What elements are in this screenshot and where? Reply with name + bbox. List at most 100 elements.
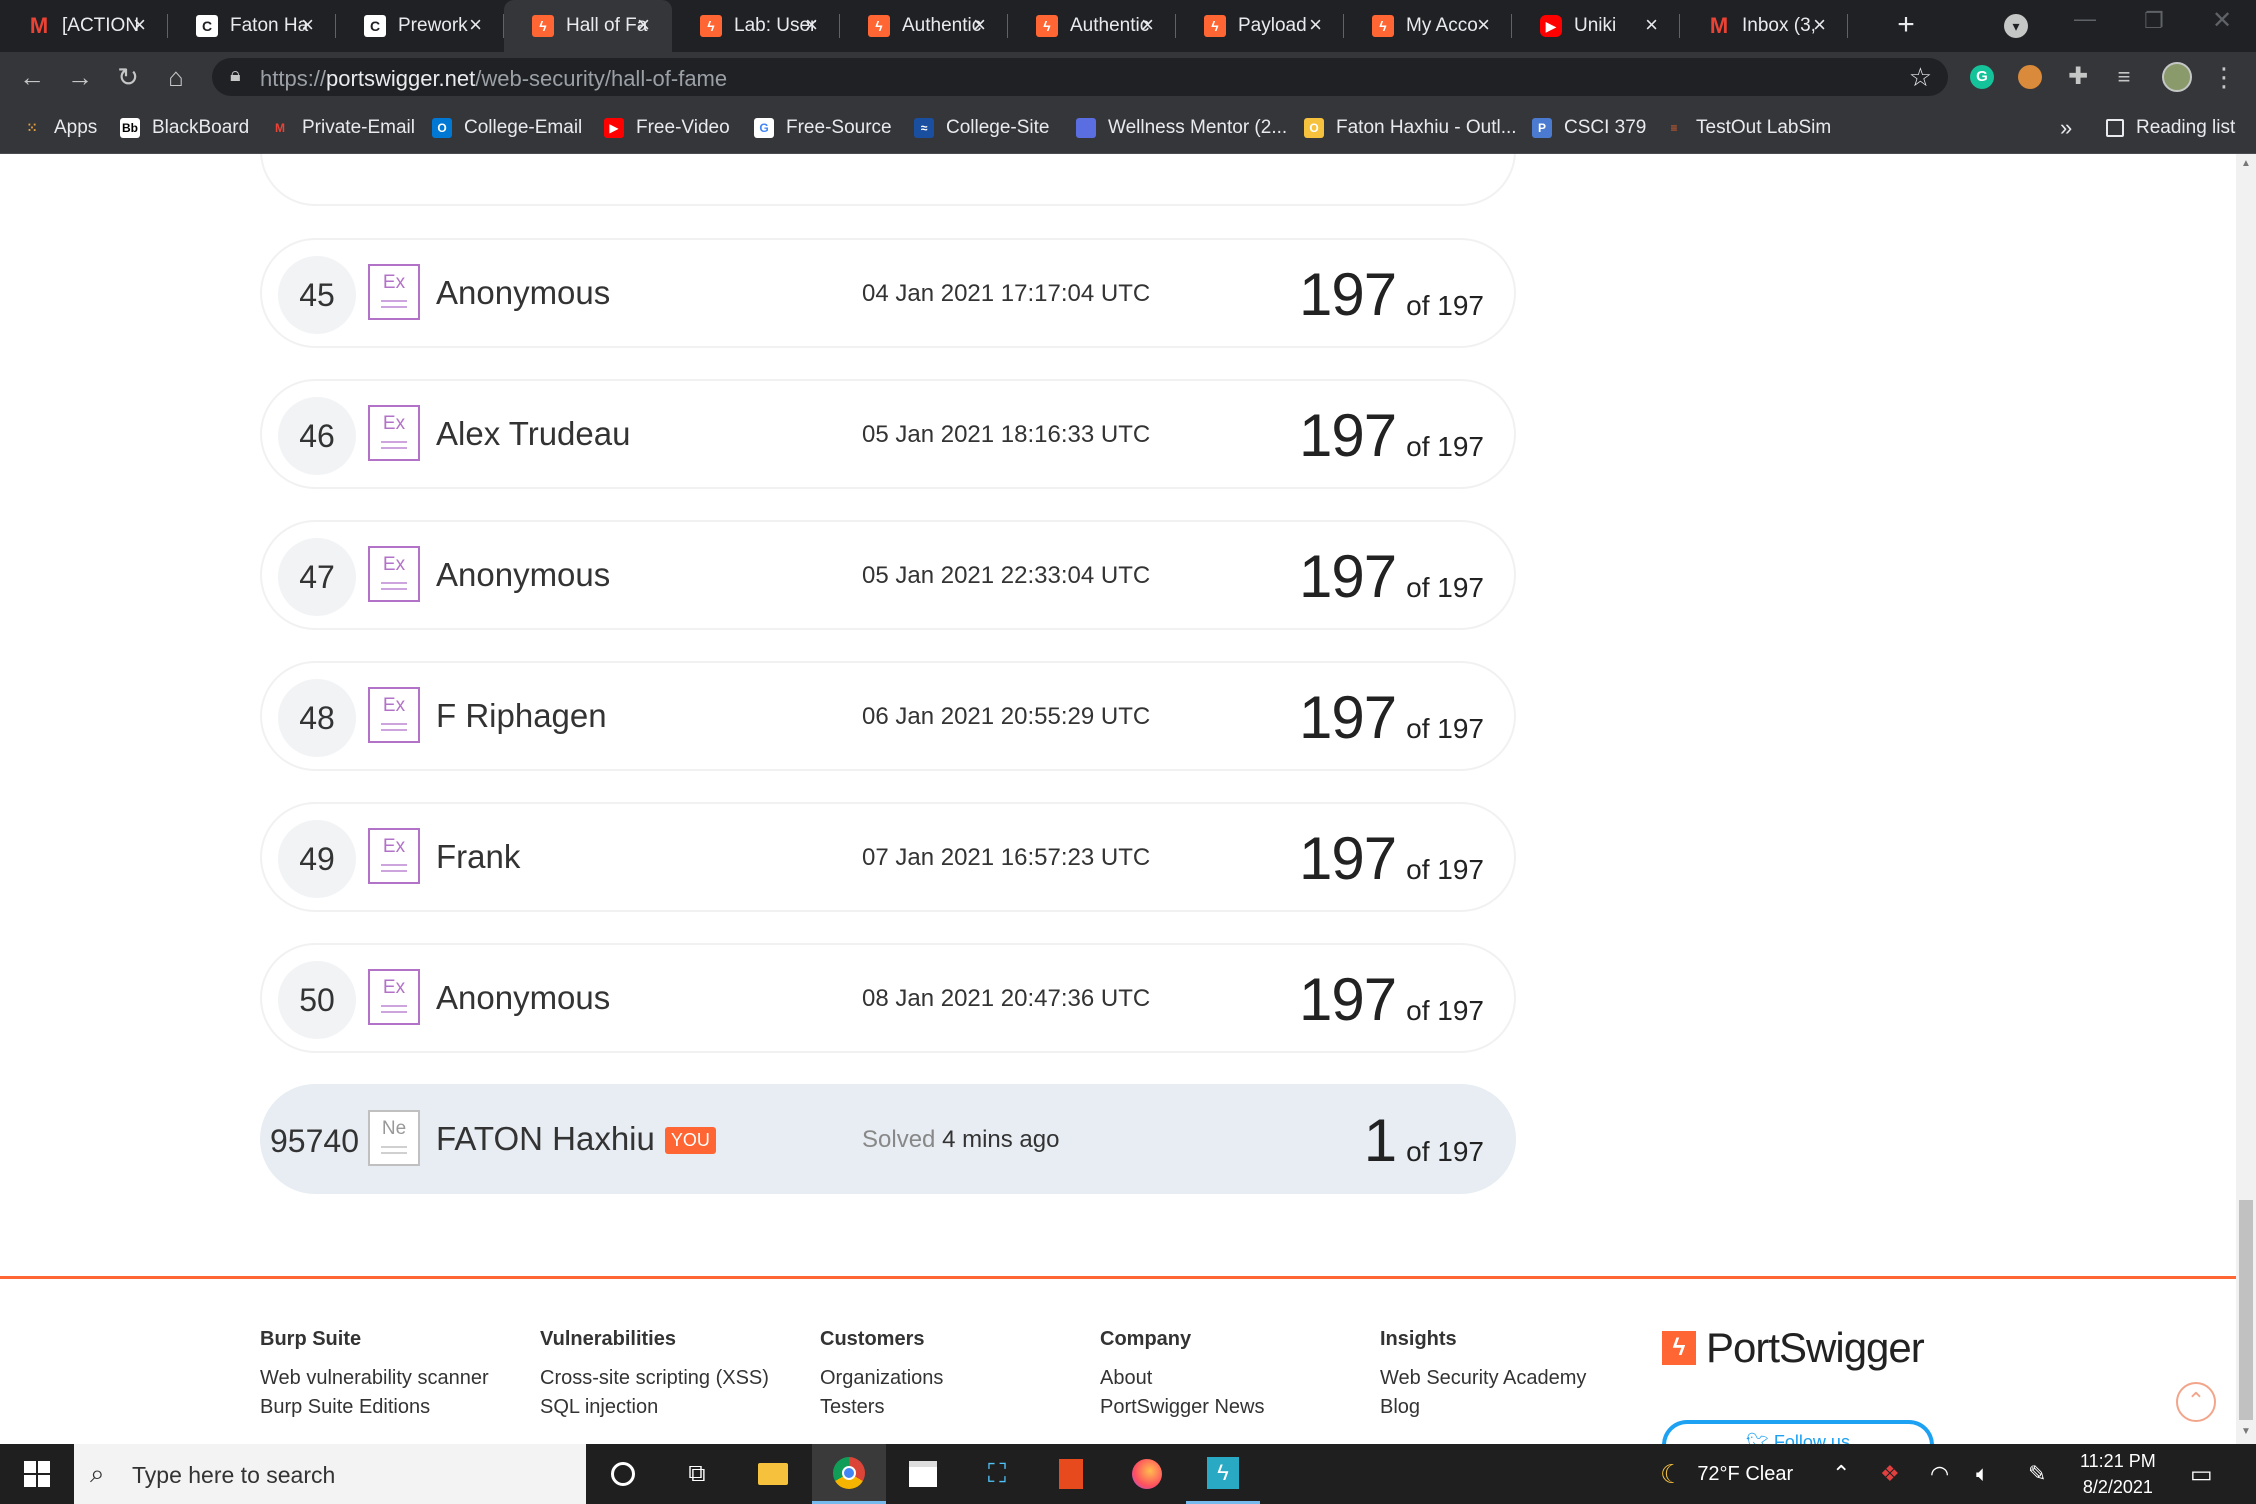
bookmark-item[interactable]: G Free-Source xyxy=(754,102,892,154)
reading-list-icon xyxy=(2106,119,2124,137)
lock-icon[interactable]: 🔒︎ xyxy=(230,64,241,87)
media-control-icon[interactable]: ≡ xyxy=(2104,52,2144,102)
address-bar[interactable]: 🔒︎ https://portswigger.net/web-security/… xyxy=(212,58,1948,96)
restore-button[interactable]: ❐ xyxy=(2144,8,2164,34)
footer-link[interactable]: About xyxy=(1100,1367,1265,1390)
bookmark-item[interactable]: M Private-Email xyxy=(270,102,415,154)
minimize-button[interactable]: — xyxy=(2074,6,2096,32)
extensions-puzzle-icon[interactable]: ✚ xyxy=(2058,52,2098,102)
file-explorer-icon[interactable] xyxy=(736,1444,810,1504)
close-tab-icon[interactable]: × xyxy=(1141,12,1154,38)
browser-tab[interactable]: ϟ Authentic × xyxy=(1008,0,1176,52)
footer-link[interactable]: SQL injection xyxy=(540,1396,769,1419)
close-tab-icon[interactable]: × xyxy=(805,12,818,38)
forward-arrow-icon[interactable]: → xyxy=(60,52,100,102)
follow-us-button[interactable]: 🐦︎ Follow us xyxy=(1662,1420,1934,1444)
close-tab-icon[interactable]: × xyxy=(1309,12,1322,38)
browser-tab[interactable]: ϟ Payload × xyxy=(1176,0,1344,52)
bookmark-label: TestOut LabSim xyxy=(1696,117,1832,138)
close-tab-icon[interactable]: × xyxy=(973,12,986,38)
close-window-button[interactable]: ✕ xyxy=(2212,6,2232,35)
footer-link[interactable]: Testers xyxy=(820,1396,943,1419)
close-tab-icon[interactable]: × xyxy=(1813,12,1826,38)
new-tab-button[interactable]: + xyxy=(1886,8,1926,44)
show-hidden-icons-chevron-icon[interactable]: ⌃ xyxy=(1832,1444,1850,1504)
reload-icon[interactable]: ↻ xyxy=(108,52,148,102)
chrome-menu-icon[interactable]: ⋮ xyxy=(2204,52,2244,102)
scroll-up-arrow-icon[interactable]: ▲ xyxy=(2241,158,2251,169)
bookmark-item[interactable]: ▶ Free-Video xyxy=(604,102,730,154)
cortana-icon[interactable] xyxy=(586,1444,660,1504)
browser-tab[interactable]: M [ACTION × xyxy=(0,0,168,52)
firefox-icon[interactable] xyxy=(1110,1444,1184,1504)
footer-link[interactable]: Web vulnerability scanner xyxy=(260,1367,489,1390)
tab-separator xyxy=(1847,14,1848,38)
taskbar-search-box[interactable]: ⌕ Type here to search xyxy=(74,1444,586,1504)
notifications-icon[interactable]: ▭ xyxy=(2190,1444,2213,1504)
bookmark-item[interactable]: ≡ TestOut LabSim xyxy=(1664,102,1831,154)
portswigger-logo[interactable]: ϟ PortSwigger xyxy=(1662,1324,1925,1372)
back-arrow-icon[interactable]: ← xyxy=(12,52,52,102)
browser-tab[interactable]: ▶ Uniki × xyxy=(1512,0,1680,52)
browser-tab[interactable]: C Faton Ha × xyxy=(168,0,336,52)
completion-date: 06 Jan 2021 20:55:29 UTC xyxy=(862,703,1151,730)
bookmarks-overflow-button[interactable]: » xyxy=(2060,102,2072,154)
bookmark-item[interactable]: O Faton Haxhiu - Outl... xyxy=(1304,102,1517,154)
close-tab-icon[interactable]: × xyxy=(1477,12,1490,38)
clock[interactable]: 11:21 PM 8/2/2021 xyxy=(2080,1444,2156,1504)
browser-tab[interactable]: M Inbox (3, × xyxy=(1680,0,1848,52)
footer-link[interactable]: PortSwigger News xyxy=(1100,1396,1265,1419)
profile-avatar[interactable] xyxy=(2162,62,2192,92)
microsoft-store-icon[interactable] xyxy=(886,1444,960,1504)
browser-tab[interactable]: ϟ Hall of Fa × xyxy=(504,0,672,52)
bookmark-item[interactable]: O College-Email xyxy=(432,102,582,154)
burp-suite-icon[interactable]: ϟ xyxy=(1186,1444,1260,1504)
twitter-bird-icon: 🐦︎ xyxy=(1746,1432,1769,1444)
weather-text: 72°F Clear xyxy=(1697,1462,1794,1485)
bookmark-item[interactable]: Bb BlackBoard xyxy=(120,102,249,154)
bookmark-item[interactable]: Wellness Mentor (2... xyxy=(1076,102,1287,154)
windows-start-icon[interactable] xyxy=(0,1444,74,1504)
browser-tab[interactable]: C Prework × xyxy=(336,0,504,52)
scroll-thumb[interactable] xyxy=(2239,1200,2253,1420)
vertical-scrollbar[interactable]: ▲ ▼ xyxy=(2236,154,2256,1444)
task-view-icon[interactable]: ⧉ xyxy=(660,1444,734,1504)
grammarly-icon[interactable]: G xyxy=(1970,65,1994,89)
level-badge: Ex xyxy=(368,687,420,743)
pen-icon[interactable]: ✎ xyxy=(2028,1444,2046,1504)
reading-list-button[interactable]: Reading list xyxy=(2106,102,2235,154)
close-tab-icon[interactable]: × xyxy=(301,12,314,38)
browser-tab[interactable]: ϟ Lab: User × xyxy=(672,0,840,52)
close-tab-icon[interactable]: × xyxy=(469,12,482,38)
tab-search-icon[interactable]: ▾ xyxy=(2004,14,2028,38)
footer-link[interactable]: Blog xyxy=(1380,1396,1586,1419)
cookie-extension-icon[interactable] xyxy=(2018,65,2042,89)
network-tool-icon[interactable]: ⛶ xyxy=(960,1444,1034,1504)
footer-link[interactable]: Burp Suite Editions xyxy=(260,1396,489,1419)
back-to-top-icon[interactable]: ⌃ xyxy=(2176,1382,2216,1422)
scroll-down-arrow-icon[interactable]: ▼ xyxy=(2241,1426,2251,1437)
bookmark-item[interactable]: P CSCI 379 xyxy=(1532,102,1646,154)
footer-link[interactable]: Web Security Academy xyxy=(1380,1367,1586,1390)
volume-icon[interactable]: 🔈︎ xyxy=(1976,1444,1989,1504)
bookmark-star-icon[interactable]: ☆ xyxy=(1909,62,1932,93)
close-tab-icon[interactable]: × xyxy=(637,12,650,38)
score: 197 of 197 xyxy=(1299,402,1484,469)
browser-tab[interactable]: ϟ My Acco × xyxy=(1344,0,1512,52)
chrome-taskbar-icon[interactable] xyxy=(812,1444,886,1504)
browser-tab[interactable]: ϟ Authentic × xyxy=(840,0,1008,52)
wifi-icon[interactable]: ◠ xyxy=(1930,1444,1949,1504)
url-text[interactable]: https://portswigger.net/web-security/hal… xyxy=(260,66,727,92)
current-user-row: 95740 Ne FATON Haxhiu YOU Solved 4 mins a… xyxy=(260,1084,1516,1194)
close-tab-icon[interactable]: × xyxy=(1645,12,1658,38)
dropbox-icon[interactable]: ❖ xyxy=(1880,1444,1900,1504)
footer-link[interactable]: Organizations xyxy=(820,1367,943,1390)
home-icon[interactable]: ⌂ xyxy=(156,52,196,102)
footer-link[interactable]: Cross-site scripting (XSS) xyxy=(540,1367,769,1390)
weather-widget[interactable]: ☾ 72°F Clear xyxy=(1660,1444,1793,1504)
bookmark-item[interactable]: ≈ College-Site xyxy=(914,102,1050,154)
office-icon[interactable] xyxy=(1034,1444,1108,1504)
bookmark-label: Apps xyxy=(54,117,98,138)
close-tab-icon[interactable]: × xyxy=(133,12,146,38)
bookmark-item[interactable]: ⁙ Apps xyxy=(22,102,97,154)
